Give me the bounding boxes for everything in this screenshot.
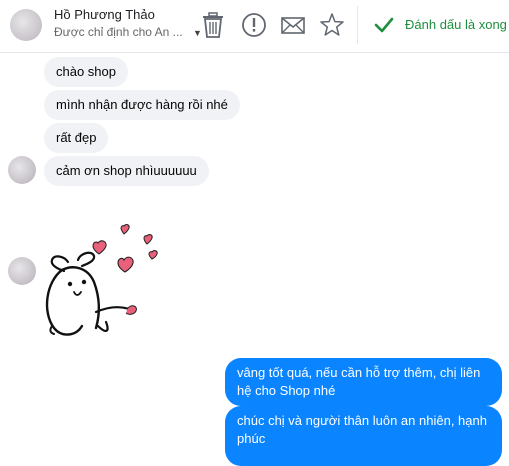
incoming-message: cảm ơn shop nhìuuuuuu	[44, 156, 209, 186]
conversation-header: Hồ Phương Thảo Được chỉ định cho An ... …	[0, 0, 509, 53]
header-divider	[357, 6, 358, 44]
outgoing-message: vâng tốt quá, nếu cần hỗ trợ thêm, chị l…	[225, 358, 502, 406]
bunny-hearts-sticker[interactable]	[40, 222, 170, 342]
report-button[interactable]	[240, 11, 268, 39]
trash-icon	[203, 12, 223, 38]
envelope-icon	[281, 17, 305, 34]
assignee-dropdown[interactable]: Được chỉ định cho An ... ▼	[54, 25, 204, 41]
incoming-message: mình nhận được hàng rồi nhé	[44, 90, 240, 120]
exclamation-icon	[242, 13, 266, 37]
checkmark-icon	[374, 17, 394, 33]
star-icon	[320, 13, 344, 36]
contact-avatar[interactable]	[10, 9, 42, 41]
mark-unread-button[interactable]	[279, 11, 307, 39]
contact-name[interactable]: Hồ Phương Thảo	[54, 7, 155, 22]
mark-done-button[interactable]: Đánh dấu là xong	[372, 10, 509, 40]
sender-avatar	[8, 257, 36, 285]
assignee-label: Được chỉ định cho An ...	[54, 25, 183, 39]
mark-done-label: Đánh dấu là xong	[405, 17, 507, 32]
delete-button[interactable]	[199, 11, 227, 39]
incoming-message: chào shop	[44, 57, 128, 87]
outgoing-message: chúc chị và người thân luôn an nhiên, hạ…	[225, 406, 502, 466]
sender-avatar	[8, 156, 36, 184]
star-button[interactable]	[318, 11, 346, 39]
incoming-message: rất đẹp	[44, 123, 109, 153]
